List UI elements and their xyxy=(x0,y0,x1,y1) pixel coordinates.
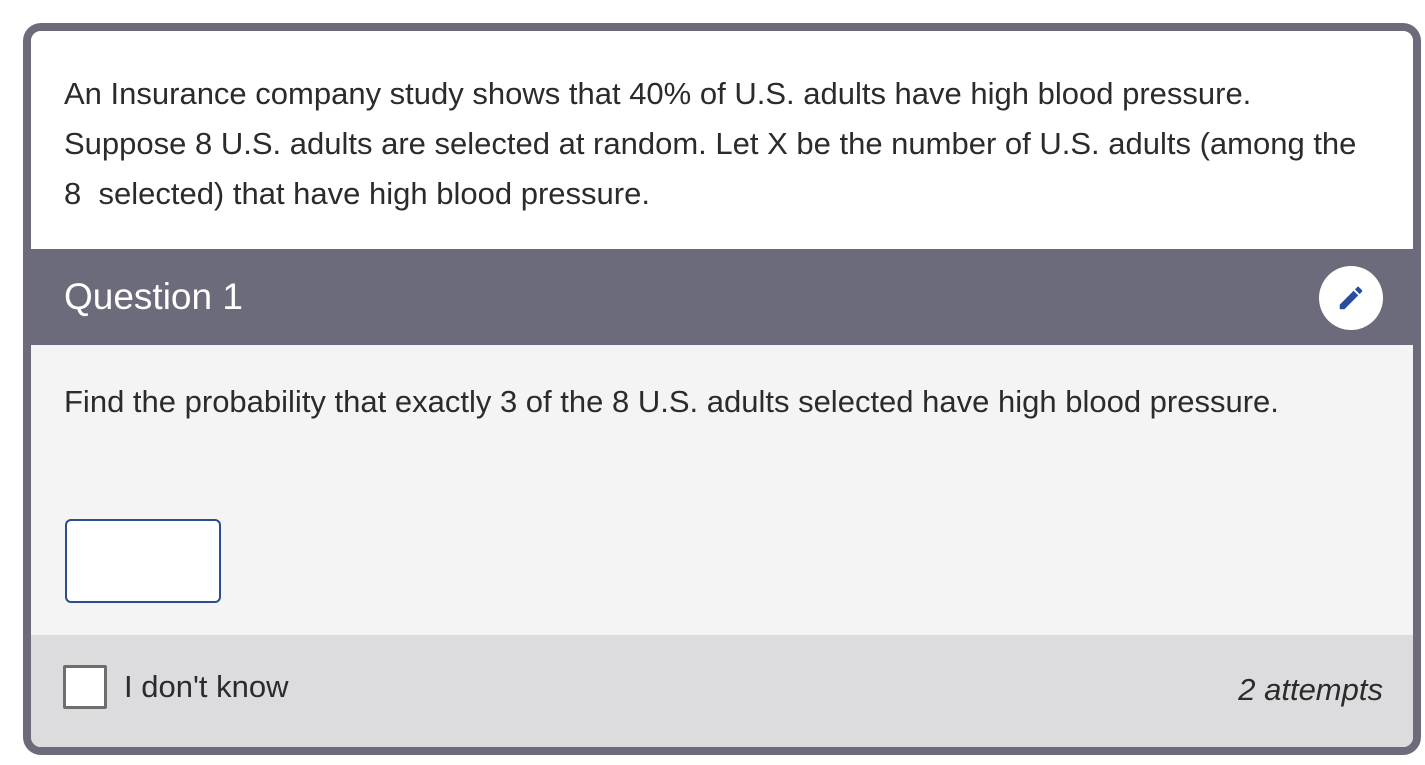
question-footer: I don't know 2 attempts xyxy=(31,635,1413,747)
question-card: An Insurance company study shows that 40… xyxy=(23,23,1421,755)
idk-option[interactable]: I don't know xyxy=(63,665,288,709)
question-header: Question 1 xyxy=(31,249,1413,345)
attempts-count: 2 attempts xyxy=(1238,672,1383,707)
problem-stem-text: An Insurance company study shows that 40… xyxy=(64,76,1366,211)
question-prompt: Find the probability that exactly 3 of t… xyxy=(64,384,1279,419)
answer-input[interactable] xyxy=(65,519,221,603)
edit-button[interactable] xyxy=(1319,266,1383,330)
pencil-icon xyxy=(1339,286,1363,310)
question-body: Find the probability that exactly 3 of t… xyxy=(31,345,1413,635)
problem-stem: An Insurance company study shows that 40… xyxy=(31,31,1413,249)
idk-checkbox[interactable] xyxy=(63,665,107,709)
question-title: Question 1 xyxy=(64,276,243,317)
idk-label: I don't know xyxy=(124,669,289,704)
